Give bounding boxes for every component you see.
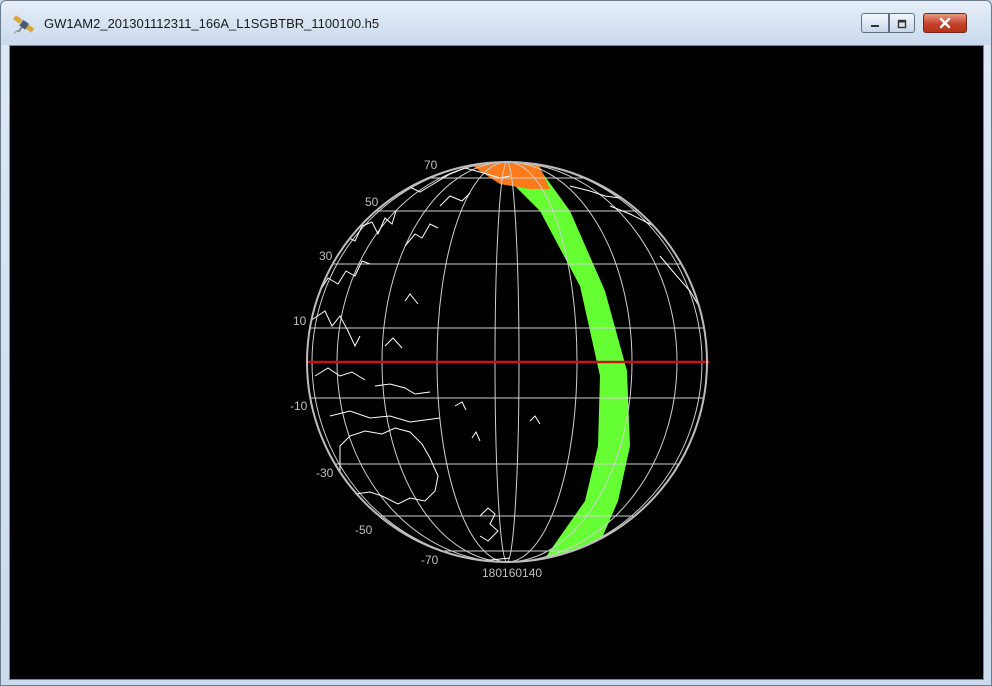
close-icon: [938, 14, 952, 33]
lat-label-neg30: -30: [316, 466, 334, 480]
minimize-icon: [869, 14, 881, 33]
lat-label-neg70: -70: [421, 553, 439, 567]
lat-label-neg50: -50: [355, 523, 373, 537]
lat-label-10: 10: [293, 314, 307, 328]
minimize-button[interactable]: [861, 13, 889, 33]
close-button[interactable]: [923, 13, 967, 33]
maximize-button[interactable]: [889, 13, 915, 33]
lat-label-50: 50: [365, 195, 379, 209]
globe-canvas[interactable]: 70 50 30 10 -10 -30 -50 -70 180160140: [10, 46, 983, 679]
window-title: GW1AM2_201301112311_166A_L1SGBTBR_110010…: [44, 16, 380, 31]
lat-label-70: 70: [424, 158, 438, 172]
swath-high-latitude: [460, 162, 550, 189]
app-window: GW1AM2_201301112311_166A_L1SGBTBR_110010…: [0, 0, 992, 686]
lat-label-neg10: -10: [290, 399, 308, 413]
maximize-icon: [896, 14, 908, 33]
lat-label-30: 30: [319, 249, 333, 263]
globe-content: [307, 162, 707, 562]
map-view[interactable]: 70 50 30 10 -10 -30 -50 -70 180160140: [9, 45, 984, 680]
lon-label-cluster: 180160140: [482, 566, 542, 580]
satellite-icon: [12, 14, 38, 36]
title-bar[interactable]: GW1AM2_201301112311_166A_L1SGBTBR_110010…: [1, 1, 991, 45]
